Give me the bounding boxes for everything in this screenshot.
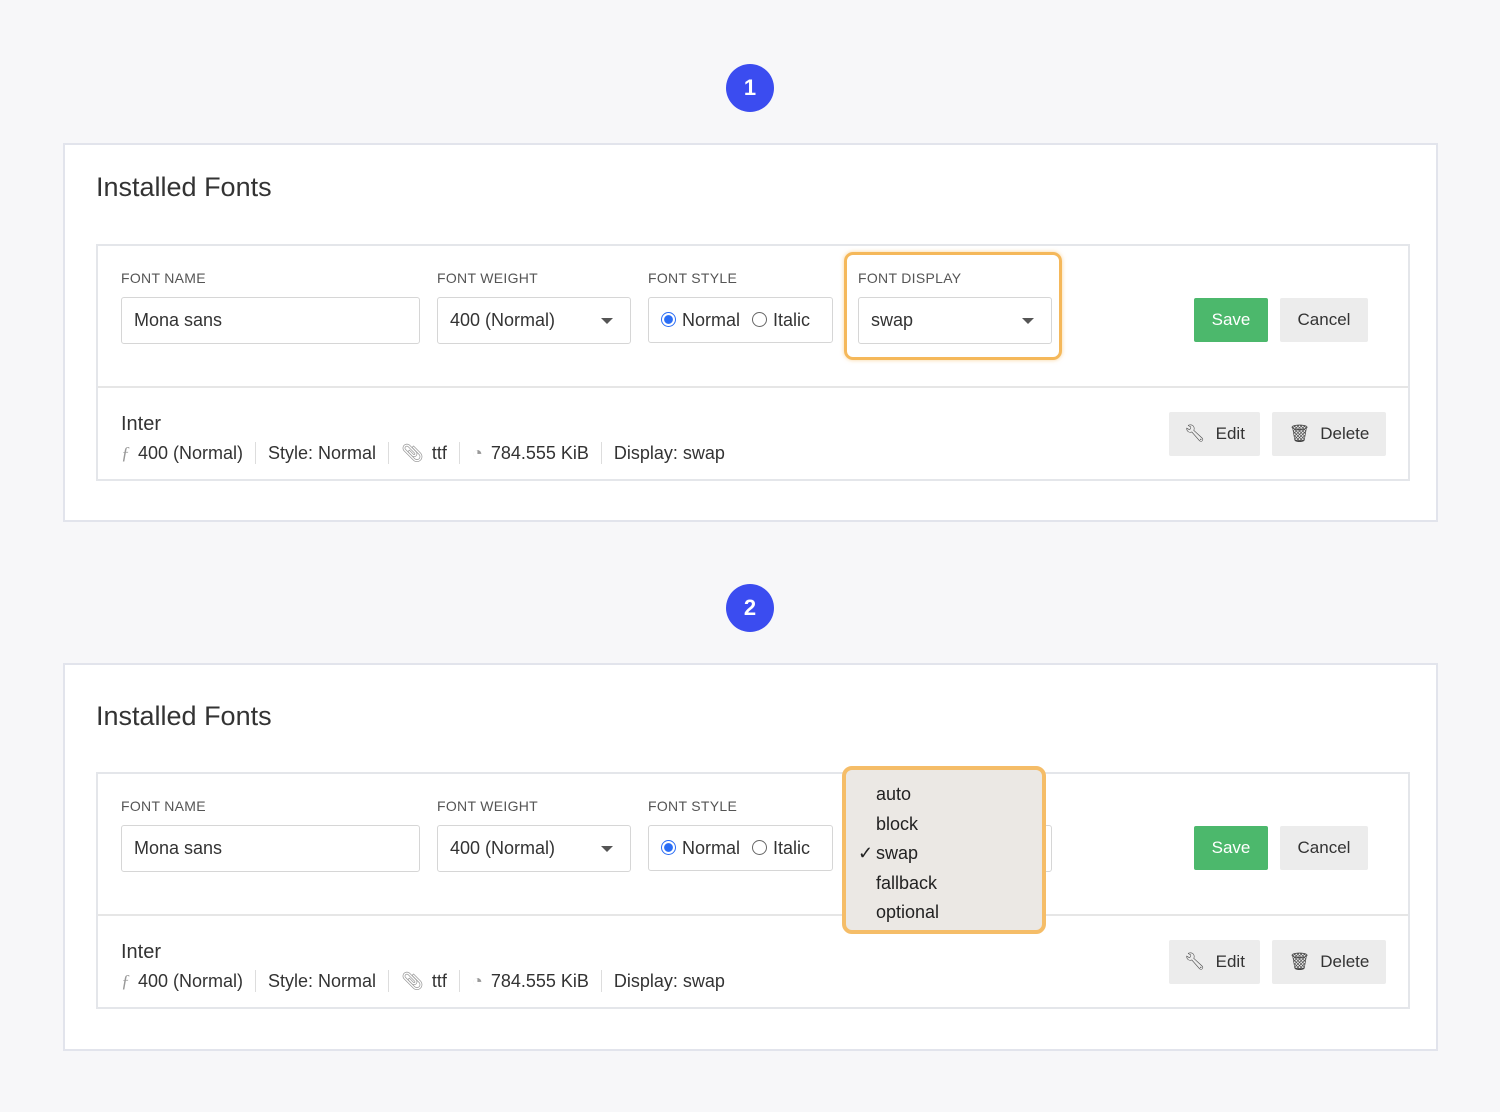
font-icon: ƒ	[121, 970, 130, 991]
save-button[interactable]: Save	[1194, 298, 1268, 342]
dropdown-option-block[interactable]: block	[846, 810, 1042, 840]
gauge-icon: ◔	[471, 442, 483, 463]
paperclip-icon: 📎︎	[401, 970, 424, 991]
font-name: Inter	[121, 413, 162, 435]
option-label: swap	[876, 843, 919, 864]
trash-icon: 🗑︎	[1288, 952, 1311, 971]
option-label: block	[876, 813, 919, 834]
edit-button[interactable]: 🔧︎ Edit	[1169, 940, 1260, 984]
font-style-label: FONT STYLE	[648, 270, 738, 286]
font-weight-value: 400 (Normal)	[450, 838, 556, 858]
step-badge: 2	[726, 584, 774, 632]
fonts-card: FONT NAME Mona sans FONT WEIGHT 400 (Nor…	[96, 244, 1410, 481]
radio-normal[interactable]	[661, 311, 676, 327]
radio-normal-label[interactable]: Normal	[682, 838, 740, 859]
radio-italic-label[interactable]: Italic	[773, 310, 810, 331]
font-name-value: Mona sans	[134, 310, 223, 330]
font-size: 784.555 KiB	[490, 970, 589, 991]
chevron-down-icon	[601, 318, 613, 324]
cancel-button[interactable]: Cancel	[1280, 826, 1368, 870]
panel-title: Installed Fonts	[96, 701, 272, 731]
font-name-label: FONT NAME	[121, 270, 206, 286]
font-icon: ƒ	[121, 442, 130, 463]
check-icon: ✓	[858, 843, 874, 864]
font-display: Display: swap	[613, 970, 725, 991]
font-weight: 400 (Normal)	[138, 970, 244, 991]
font-form: FONT NAME Mona sans FONT WEIGHT 400 (Nor…	[98, 774, 1408, 916]
dropdown-option-auto[interactable]: auto	[846, 780, 1042, 810]
installed-fonts-panel: Installed Fonts FONT NAME Mona sans FONT…	[63, 143, 1438, 522]
font-weight-label: FONT WEIGHT	[437, 270, 539, 286]
edit-button[interactable]: 🔧︎ Edit	[1169, 412, 1260, 456]
font-display-highlight	[844, 252, 1062, 360]
font-style: Style: Normal	[268, 970, 377, 991]
trash-icon: 🗑︎	[1288, 424, 1311, 443]
font-display: Display: swap	[613, 442, 725, 463]
font-weight-select[interactable]: 400 (Normal)	[437, 297, 631, 344]
font-format: ttf	[431, 970, 447, 991]
step-badge: 1	[726, 64, 774, 112]
font-name-input[interactable]: Mona sans	[121, 825, 420, 872]
font-form: FONT NAME Mona sans FONT WEIGHT 400 (Nor…	[98, 246, 1408, 388]
font-display-dropdown: auto block ✓ swap fallback optional	[842, 766, 1046, 934]
font-weight-label: FONT WEIGHT	[437, 798, 539, 814]
dropdown-option-optional[interactable]: optional	[846, 898, 1042, 928]
radio-normal-label[interactable]: Normal	[682, 310, 740, 331]
font-name-input[interactable]: Mona sans	[121, 297, 420, 344]
option-label: optional	[876, 902, 940, 923]
font-style-label: FONT STYLE	[648, 798, 738, 814]
delete-button[interactable]: 🗑︎ Delete	[1272, 940, 1386, 984]
radio-normal[interactable]	[661, 839, 676, 855]
font-style: Style: Normal	[268, 442, 377, 463]
font-name: Inter	[121, 941, 162, 963]
font-weight-select[interactable]: 400 (Normal)	[437, 825, 631, 872]
radio-italic-label[interactable]: Italic	[773, 838, 810, 859]
save-button[interactable]: Save	[1194, 826, 1268, 870]
fonts-card: FONT NAME Mona sans FONT WEIGHT 400 (Nor…	[96, 772, 1410, 1009]
font-meta: ƒ 400 (Normal) Style: Normal 📎︎ ttf ◔ 784.5…	[121, 442, 725, 464]
font-style-radio-group: Normal Italic	[648, 297, 833, 343]
font-format: ttf	[431, 442, 447, 463]
radio-italic[interactable]	[752, 311, 768, 327]
gauge-icon: ◔	[471, 970, 483, 991]
font-name-value: Mona sans	[134, 838, 223, 858]
option-label: fallback	[876, 872, 938, 893]
radio-italic[interactable]	[752, 839, 768, 855]
installed-fonts-panel: Installed Fonts FONT NAME Mona sans FONT…	[63, 663, 1438, 1051]
dropdown-option-fallback[interactable]: fallback	[846, 869, 1042, 899]
font-meta: ƒ 400 (Normal) Style: Normal 📎︎ ttf ◔ 784.5…	[121, 970, 725, 992]
edit-label: Edit	[1215, 424, 1245, 443]
chevron-down-icon	[601, 846, 613, 852]
font-weight: 400 (Normal)	[138, 442, 244, 463]
option-label: auto	[876, 784, 912, 805]
paperclip-icon: 📎︎	[401, 442, 424, 463]
font-size: 784.555 KiB	[490, 442, 589, 463]
font-weight-value: 400 (Normal)	[450, 310, 556, 330]
font-style-radio-group: Normal Italic	[648, 825, 833, 871]
edit-label: Edit	[1215, 952, 1245, 971]
delete-button[interactable]: 🗑︎ Delete	[1272, 412, 1386, 456]
font-name-label: FONT NAME	[121, 798, 206, 814]
delete-label: Delete	[1320, 952, 1370, 971]
wrench-icon: 🔧︎	[1184, 952, 1206, 971]
panel-title: Installed Fonts	[96, 172, 272, 202]
dropdown-option-swap[interactable]: ✓ swap	[846, 839, 1042, 869]
delete-label: Delete	[1320, 424, 1370, 443]
wrench-icon: 🔧︎	[1184, 424, 1206, 443]
cancel-button[interactable]: Cancel	[1280, 298, 1368, 342]
